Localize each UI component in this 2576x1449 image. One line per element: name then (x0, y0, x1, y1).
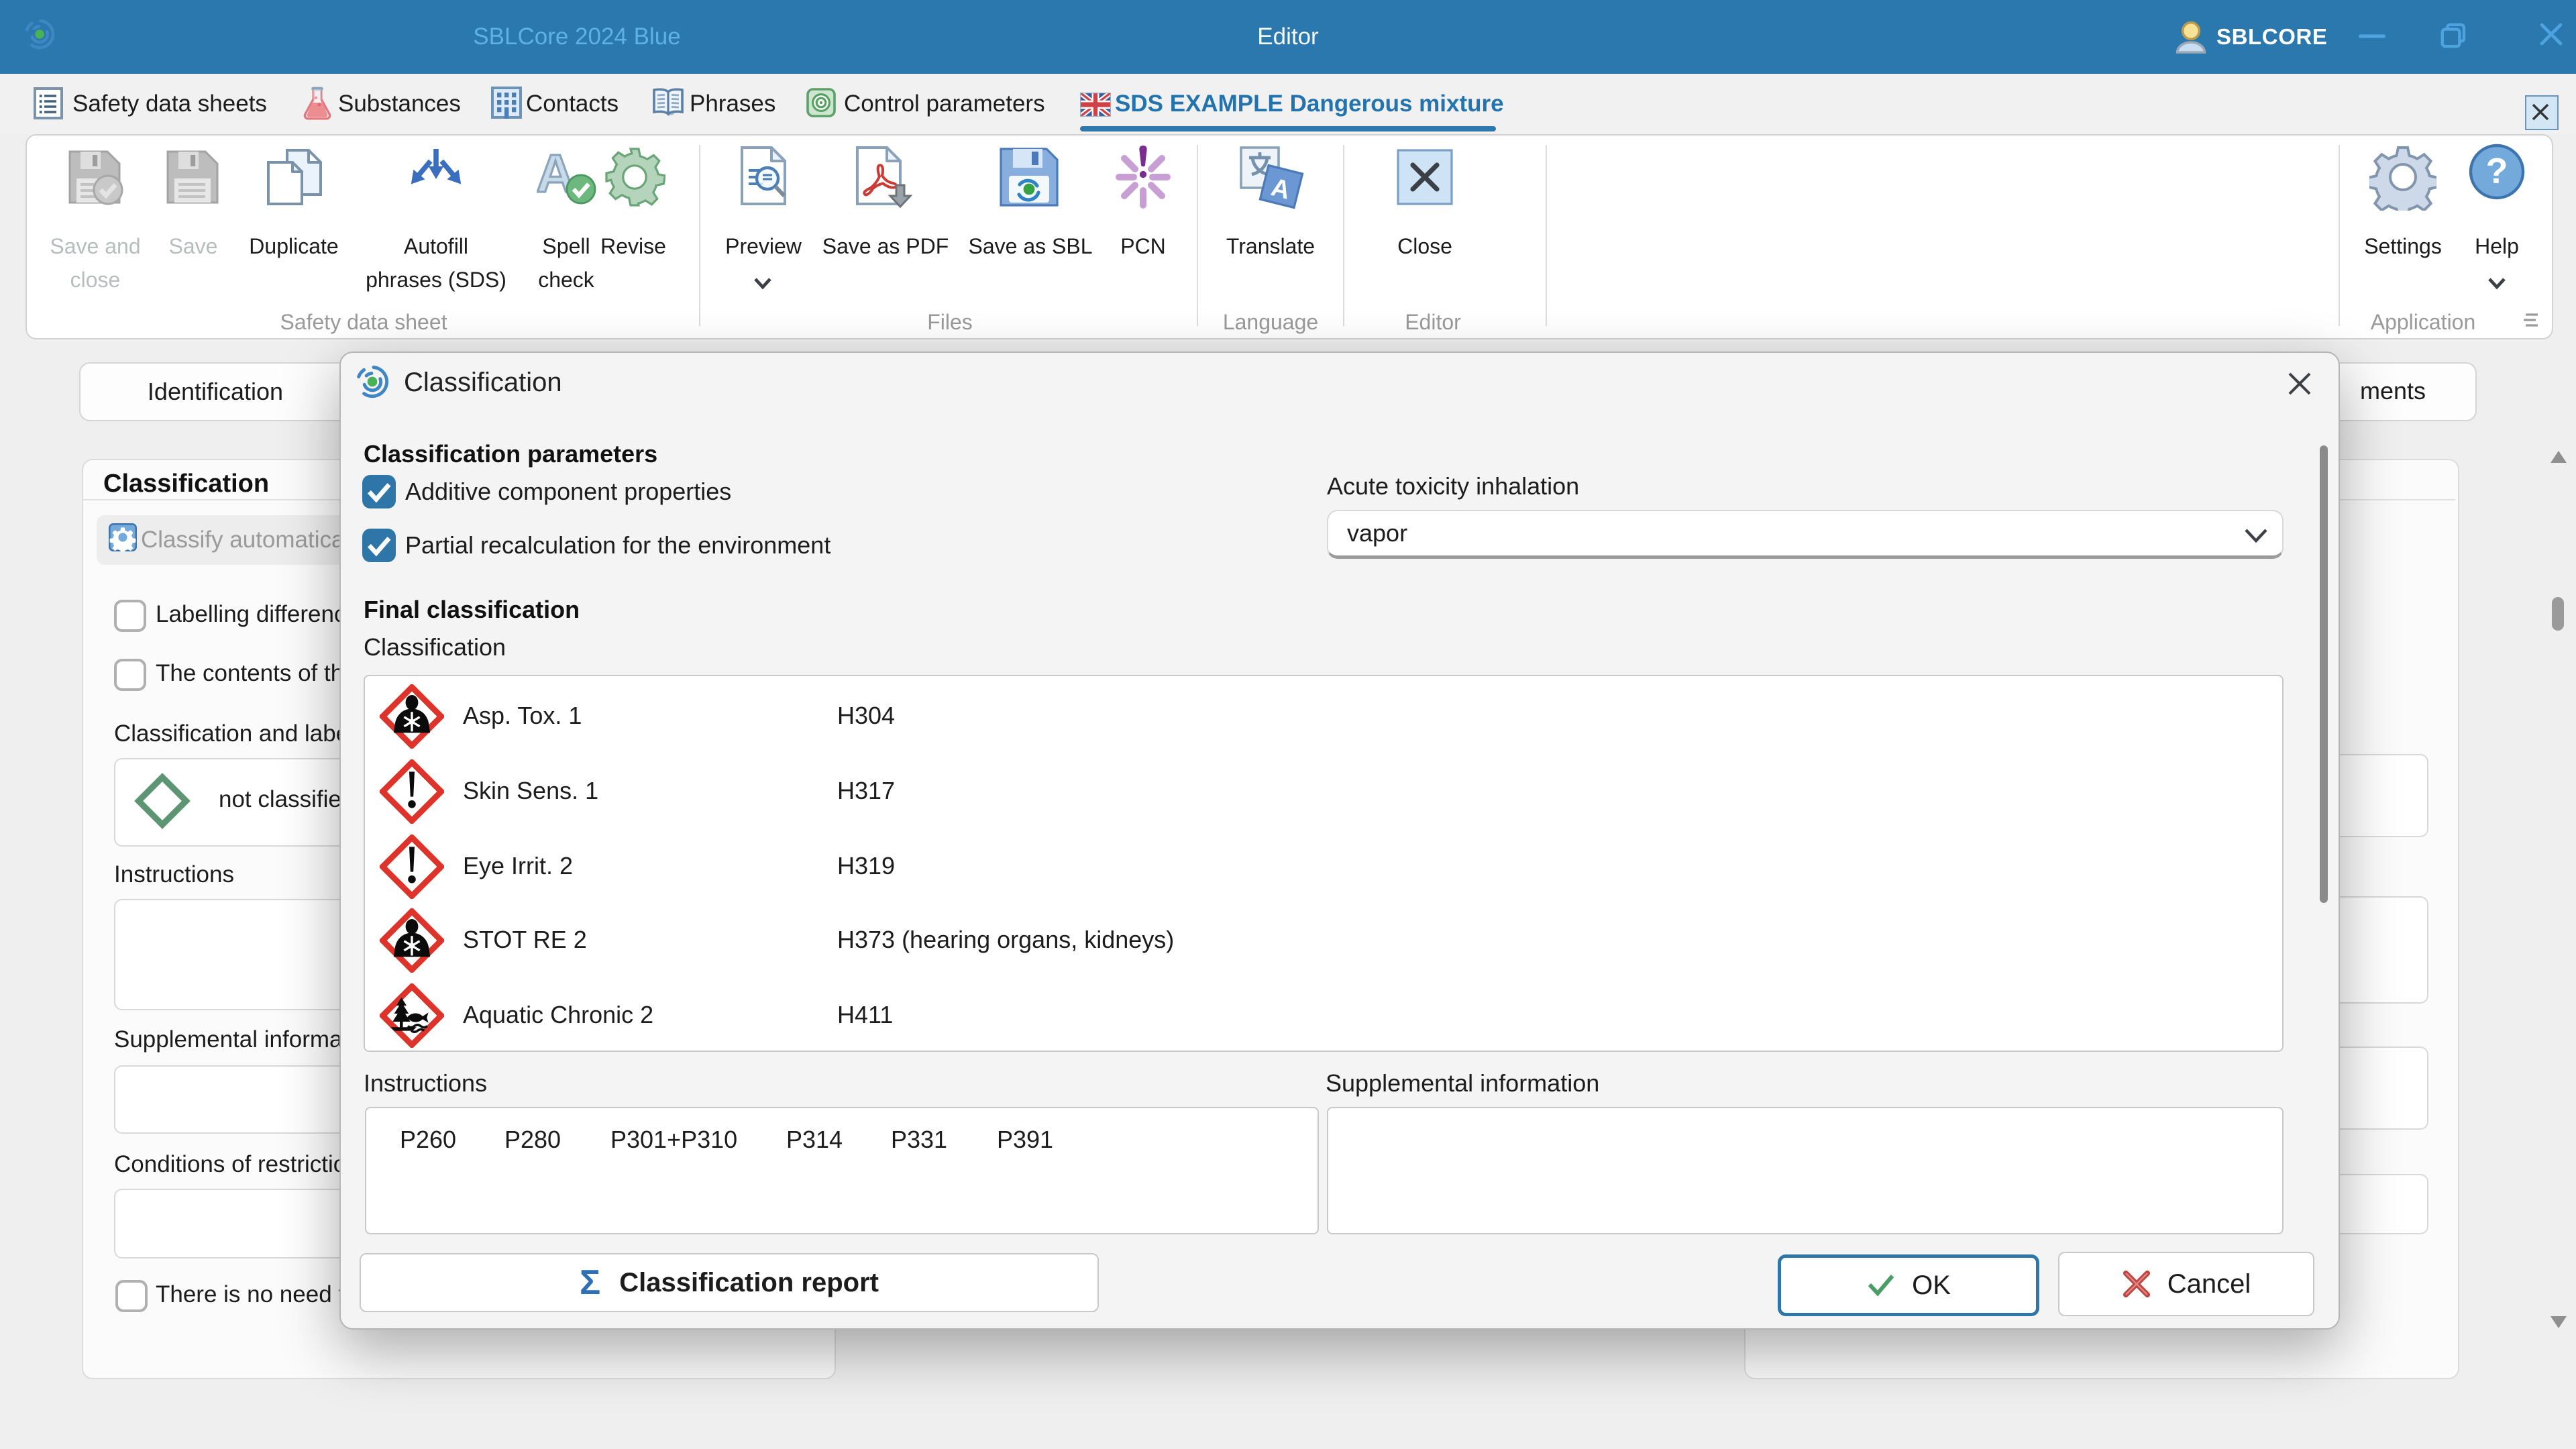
svg-text:?: ? (2486, 151, 2508, 191)
